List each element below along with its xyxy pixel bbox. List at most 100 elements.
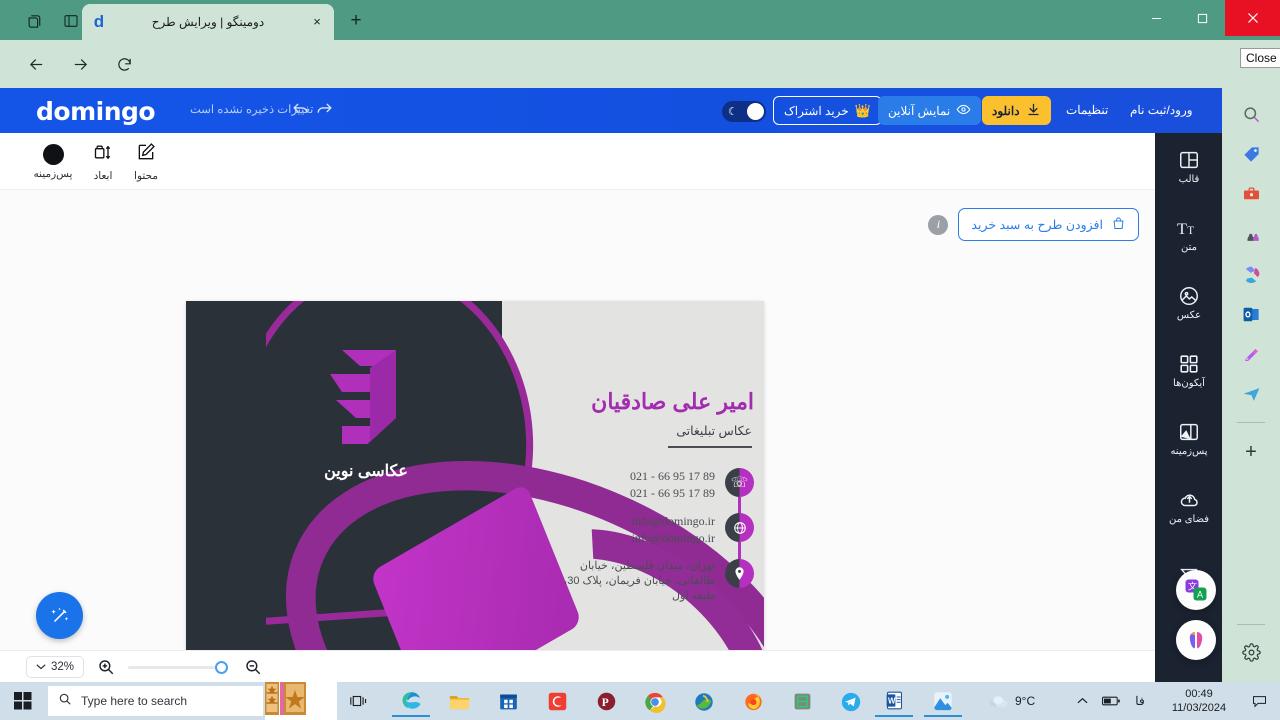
designer-icon[interactable] (1233, 338, 1269, 370)
editor-toolbar: پس‌زمینه ابعاد محتوا (0, 133, 1155, 190)
browser-toolbar: https://app.domingo.ir/editor?industryId… (0, 40, 1280, 119)
zoom-bar: 32% (0, 650, 1155, 682)
sidebar-label-image: عکس (1176, 310, 1202, 321)
back-button[interactable] (20, 48, 52, 80)
card-email-text: info@domingo.ir info@domingo.ir (632, 513, 715, 547)
eye-icon (956, 102, 971, 120)
subscribe-button[interactable]: 👑 خرید اشتراک (773, 96, 882, 125)
notification-icon[interactable] (1246, 682, 1272, 720)
subscribe-label: خرید اشتراک (784, 103, 849, 118)
download-button[interactable]: دانلود (982, 96, 1051, 125)
tray-expand-icon[interactable] (1070, 682, 1094, 720)
taskbar-clock[interactable]: 00:49 11/03/2024 (1160, 682, 1238, 720)
games-icon[interactable] (1233, 218, 1269, 250)
taskbar-app-edge[interactable] (392, 686, 430, 717)
card-divider (668, 446, 752, 448)
sidebar-label-template: قالب (1178, 174, 1200, 185)
shopping-icon[interactable] (1233, 138, 1269, 170)
taskbar-search-box[interactable]: Type here to search (48, 686, 263, 716)
forward-button[interactable] (64, 48, 96, 80)
tab-close-icon[interactable]: × (308, 13, 326, 31)
zoom-in-button[interactable] (96, 657, 116, 677)
language-indicator[interactable]: فا (1128, 682, 1152, 720)
window-close-button[interactable] (1225, 0, 1280, 36)
sidebar-item-template[interactable]: قالب (1161, 141, 1217, 193)
sidebar-item-text[interactable]: TT متن (1161, 209, 1217, 261)
taskbar-weather[interactable]: 9°C (988, 682, 1035, 720)
download-label: دانلود (992, 103, 1020, 118)
card-person-role: عکاس تبلیغاتی (676, 424, 752, 438)
card-person-name: امیر علی صادقیان (591, 389, 754, 414)
taskbar-thumbnail-preview (265, 682, 337, 720)
taskbar-app-photoscape[interactable]: P (587, 686, 625, 717)
taskbar-app-telegram[interactable] (832, 686, 870, 717)
tab-strip: d دومینگو | ویرایش طرح × + (0, 0, 1280, 40)
reload-button[interactable] (108, 48, 140, 80)
taskbar-app-chrome[interactable] (636, 686, 674, 717)
toolbar-content-button[interactable]: محتوا (117, 139, 175, 185)
taskbar-app-camtasia[interactable] (538, 686, 576, 717)
translate-bubble[interactable]: 文 A (1176, 570, 1216, 610)
background-swatch-icon (42, 144, 64, 165)
card-address-text: تهران، میدان فلسطین، خیابان طالقانی، خیا… (563, 560, 715, 602)
drop-icon[interactable] (1233, 378, 1269, 410)
browser-tab[interactable]: d دومینگو | ویرایش طرح × (82, 4, 334, 40)
settings-link[interactable]: تنظیمات (1066, 103, 1108, 117)
phone-icon: ☏ (725, 468, 754, 497)
task-view-icon[interactable] (345, 689, 373, 713)
taskbar-app-file-explorer[interactable] (440, 686, 478, 717)
sidebar-label-text: متن (1181, 242, 1197, 253)
dark-mode-toggle[interactable]: ☾ (722, 101, 766, 122)
globe-icon (725, 513, 754, 542)
crown-icon: 👑 (854, 102, 871, 118)
taskbar-app-paint-net[interactable] (685, 686, 723, 717)
dimensions-icon (93, 142, 113, 167)
info-icon[interactable]: i (928, 214, 949, 235)
clock-date: 11/03/2024 (1171, 702, 1227, 714)
preview-label: نمایش آنلاین (888, 103, 951, 118)
window-minimize-button[interactable] (1133, 0, 1179, 36)
tab-actions-icon[interactable] (22, 8, 48, 34)
add-to-cart-label: افزودن طرح به سبد خرید (971, 218, 1103, 232)
search-icon[interactable] (1233, 98, 1269, 130)
sidebar-item-my-space[interactable]: فضای من (1161, 481, 1217, 533)
windows-start-icon[interactable] (8, 689, 38, 713)
sidebar-label-icons: آیکون‌ها (1173, 378, 1205, 389)
window-maximize-button[interactable] (1179, 0, 1225, 36)
add-to-cart-button[interactable]: افزودن طرح به سبد خرید (958, 208, 1139, 241)
undo-icon[interactable] (291, 100, 311, 120)
zoom-slider-thumb[interactable] (215, 661, 228, 674)
online-preview-button[interactable]: نمایش آنلاین (878, 96, 982, 125)
edit-content-icon (136, 142, 156, 167)
new-tab-button[interactable]: + (345, 11, 367, 33)
sidebar-item-icons[interactable]: آیکون‌ها (1161, 345, 1217, 397)
taskbar-app-photos[interactable] (924, 686, 962, 717)
sidebar-item-image[interactable]: عکس (1161, 277, 1217, 329)
zoom-level-select[interactable]: 32% (26, 656, 84, 678)
add-sidebar-icon[interactable]: + (1233, 436, 1269, 468)
business-card-design[interactable]: عکاسی نوین امیر علی صادقیان عکاس تبلیغات… (186, 301, 764, 682)
sidebar-label-background: پس‌زمینه (1170, 446, 1208, 457)
sidebar-item-background[interactable]: پس‌زمینه (1161, 413, 1217, 465)
domingo-logo: domingo (36, 97, 156, 126)
zoom-out-button[interactable] (243, 657, 263, 677)
zoom-slider-track[interactable] (128, 666, 228, 669)
login-register-link[interactable]: ورود/ثبت نام (1130, 103, 1193, 117)
tools-icon[interactable] (1233, 178, 1269, 210)
microsoft365-icon[interactable] (1233, 258, 1269, 290)
taskbar-app-firefox[interactable] (734, 686, 772, 717)
copilot-bubble[interactable] (1176, 620, 1216, 660)
redo-icon[interactable] (315, 100, 335, 120)
tab-pane-icon[interactable] (58, 8, 84, 34)
settings-gear-icon[interactable] (1233, 636, 1269, 668)
taskbar-app-notes[interactable] (783, 686, 821, 717)
taskbar-app-word[interactable]: W (875, 686, 913, 717)
email-line-2: info@domingo.ir (631, 531, 715, 545)
phone-line-1: 021 - 66 95 17 89 (630, 469, 715, 483)
battery-icon[interactable] (1098, 682, 1124, 720)
svg-text:W: W (888, 697, 896, 706)
outlook-icon[interactable] (1233, 298, 1269, 330)
card-contact-email: info@domingo.ir info@domingo.ir (632, 513, 754, 547)
taskbar-app-microsoft-store[interactable] (489, 686, 527, 717)
magic-wand-button[interactable] (36, 592, 83, 639)
